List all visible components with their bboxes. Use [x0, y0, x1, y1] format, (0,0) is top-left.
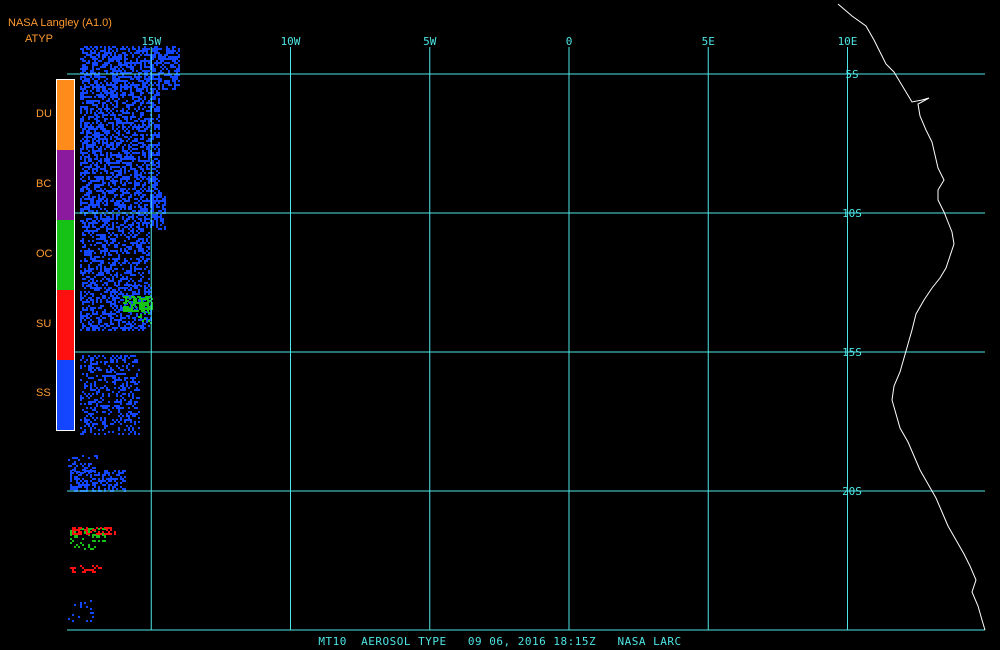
- aerosol-retrievals: [68, 46, 180, 622]
- meridian-label: 5W: [423, 35, 437, 48]
- sea-salt-retrievals: [80, 230, 150, 286]
- lat-lon-grid: 15W 10W 5W 0 5E 10E 5S 10S 15S 20S: [67, 35, 985, 631]
- legend-label-bc: BC: [36, 178, 52, 190]
- legend-label-oc: OC: [36, 248, 53, 260]
- sea-salt-retrievals: [70, 470, 126, 492]
- footer-caption: MT10 AEROSOL TYPE 09 06, 2016 18:15Z NAS…: [318, 635, 682, 648]
- legend-label-ss: SS: [36, 387, 51, 399]
- sea-salt-retrievals: [80, 190, 166, 230]
- legend-label-du: DU: [36, 108, 52, 120]
- source-title: NASA Langley (A1.0): [8, 17, 112, 29]
- meridian-label: 10E: [838, 35, 858, 48]
- parallel-label: 5S: [845, 68, 858, 81]
- sea-salt-retrievals: [80, 46, 180, 90]
- sulfate-retrievals: [70, 565, 102, 573]
- coastline-path: [837, 3, 986, 631]
- meridian-label: 5E: [702, 35, 715, 48]
- product-code: ATYP: [25, 33, 53, 45]
- map-canvas: 15W 10W 5W 0 5E 10E 5S 10S 15S 20S: [67, 3, 986, 631]
- sea-salt-retrievals: [80, 355, 140, 435]
- meridian-label: 0: [566, 35, 573, 48]
- coastline: [837, 3, 986, 631]
- legend-frame: [56, 79, 75, 431]
- organic-carbon-retrievals: [70, 538, 106, 550]
- sea-salt-retrievals: [68, 600, 94, 622]
- sea-salt-retrievals: [80, 90, 160, 190]
- parallel-label: 10S: [842, 207, 862, 220]
- parallel-label: 20S: [842, 485, 862, 498]
- meridian-label: 15W: [141, 35, 161, 48]
- legend-label-su: SU: [36, 318, 52, 330]
- meridian-label: 10W: [281, 35, 301, 48]
- parallel-label: 15S: [842, 346, 862, 359]
